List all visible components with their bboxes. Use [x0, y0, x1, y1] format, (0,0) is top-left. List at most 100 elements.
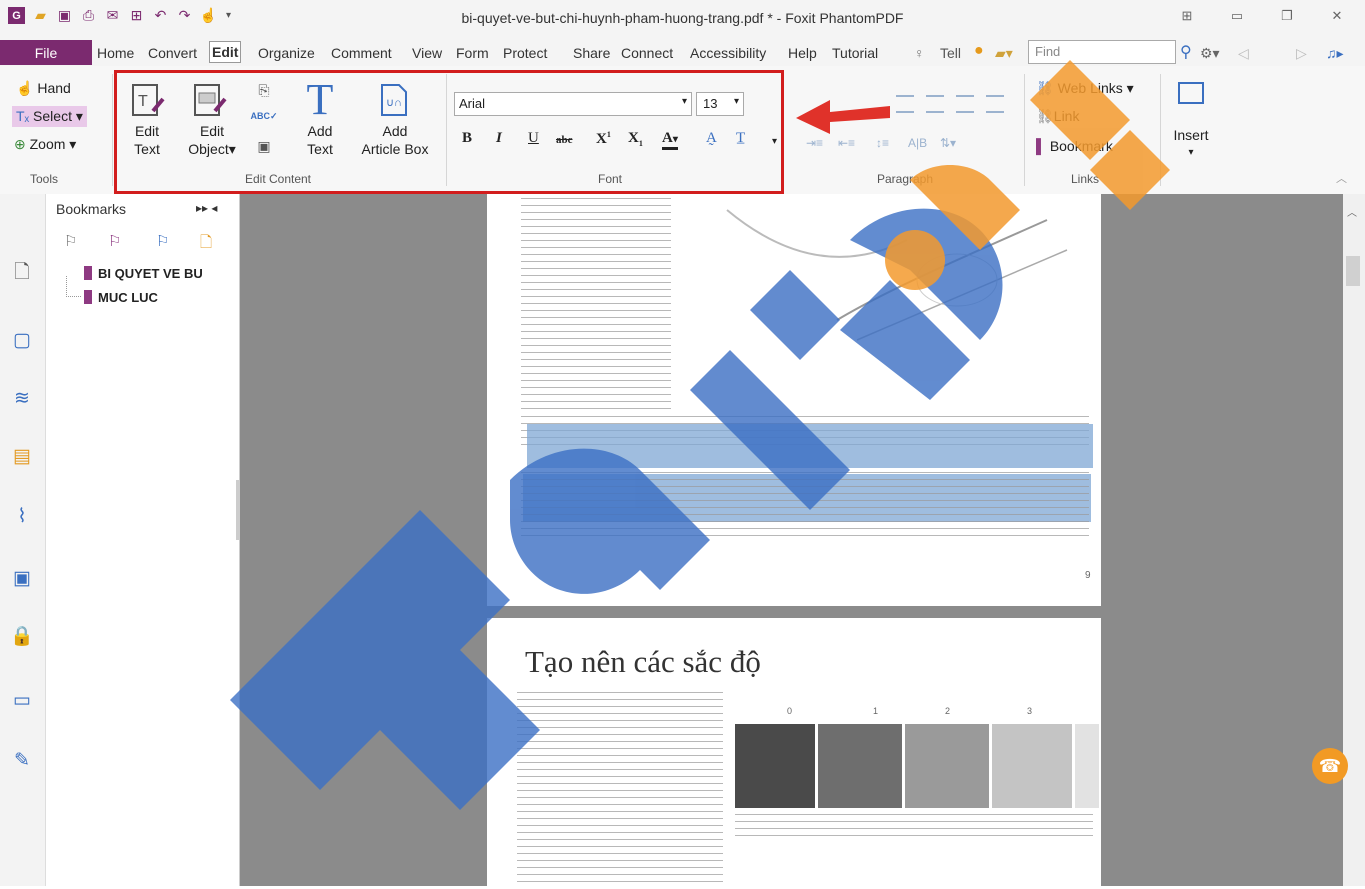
hand-icon: ☝ [16, 80, 34, 96]
panel-options-icon[interactable]: ▸▸ ◂ [196, 201, 217, 215]
find-input[interactable]: Find [1028, 40, 1176, 64]
ribbon-display-icon[interactable]: ⊞ [1172, 4, 1202, 28]
swatch-label: 2 [945, 706, 951, 716]
layers-panel-icon[interactable]: ≋ [10, 386, 34, 410]
bookmark-options-icon[interactable]: ⚐ [64, 232, 77, 250]
scrollbar-thumb[interactable] [1346, 256, 1360, 286]
text-block [521, 198, 671, 412]
tone-swatch [905, 724, 989, 808]
menu-connect[interactable]: Connect [621, 45, 673, 61]
scroll-up-icon[interactable]: ︿ [1347, 204, 1357, 219]
caption-text [735, 814, 1093, 842]
hand-label: Hand [37, 80, 71, 96]
menu-view[interactable]: View [412, 45, 442, 61]
tone-swatch [735, 724, 815, 808]
menu-tutorial[interactable]: Tutorial [832, 45, 878, 61]
vertical-scrollbar[interactable] [1343, 194, 1365, 886]
security-lock-icon[interactable]: 🔒 [10, 624, 34, 648]
menu-comment[interactable]: Comment [331, 45, 392, 61]
minimize-button[interactable]: ▭ [1222, 4, 1252, 28]
previous-result-icon[interactable]: ◁ [1238, 45, 1249, 62]
link-label: Link [1053, 108, 1080, 124]
swatch-label: 0 [787, 706, 793, 716]
hand-tool[interactable]: ☝ Hand [16, 80, 71, 97]
menu-home[interactable]: Home [97, 45, 134, 61]
red-arrow-annotation [790, 90, 900, 140]
insert-button[interactable]: Insert ▾ [1166, 126, 1216, 162]
edit-content-highlight-box [114, 70, 784, 194]
notification-icon[interactable]: ♫▸ [1326, 45, 1344, 62]
bookmark-icon [84, 290, 92, 304]
pdf-page: 9 [487, 194, 1101, 606]
tell-me-label[interactable]: Tell [940, 45, 961, 61]
next-result-icon[interactable]: ▷ [1296, 45, 1307, 62]
select-text-icon: Tₓ [16, 108, 30, 124]
bookmark-icon [84, 266, 92, 280]
comments-panel-icon[interactable]: ▤ [10, 444, 34, 468]
bookmark-item[interactable]: BI QUYET VE BU [98, 266, 203, 281]
restore-button[interactable]: ❐ [1272, 4, 1302, 28]
insert-label: Insert [1173, 127, 1209, 143]
select-label: Select [33, 108, 72, 124]
menu-edit[interactable]: Edit [209, 41, 242, 63]
align-center-icon[interactable] [926, 95, 944, 113]
text-block [517, 692, 723, 882]
attachments-panel-icon[interactable]: ⌇ [10, 504, 34, 528]
collapse-ribbon-icon[interactable]: ︿ [1336, 170, 1347, 186]
paragraph-group-label: Paragraph [876, 172, 934, 186]
file-menu-button[interactable]: File [0, 40, 92, 65]
new-bookmark-icon[interactable]: ⚐ [108, 232, 121, 250]
illustration [707, 200, 1087, 400]
bookmarks-panel-icon[interactable]: 🗋 [10, 262, 34, 286]
lightbulb-icon[interactable]: ♀ [914, 45, 925, 61]
bookmark-item[interactable]: MUC LUC [98, 290, 158, 305]
swatch-label: 3 [1027, 706, 1033, 716]
web-links-button[interactable]: ⛓ Web Links ▾ [1036, 80, 1134, 97]
align-justify-icon[interactable] [986, 95, 1004, 113]
ribbon-separator [1024, 74, 1025, 186]
tree-connector [66, 276, 81, 297]
search-icon[interactable]: ⚲ [1180, 42, 1192, 62]
page-number: 9 [1085, 570, 1091, 581]
select-tool[interactable]: Tₓ Select ▾ [12, 106, 87, 127]
link-icon: ⛓ [1036, 108, 1054, 124]
align-right-icon[interactable] [956, 95, 974, 113]
menu-organize[interactable]: Organize [258, 45, 315, 61]
bookmark-page-icon[interactable]: 🗋 [200, 232, 212, 257]
lifesaver-icon[interactable]: ● [974, 42, 984, 60]
panel-resize-handle[interactable] [236, 480, 239, 540]
text-block [521, 472, 1089, 542]
settings-icon[interactable]: ⚙▾ [1200, 45, 1220, 62]
expand-bookmark-icon[interactable]: ⚐ [156, 232, 169, 250]
menu-protect[interactable]: Protect [503, 45, 547, 61]
zoom-label: Zoom [29, 136, 66, 152]
bookmark-button[interactable]: ▌ Bookmark [1036, 138, 1113, 154]
tools-group-label: Tools [30, 172, 59, 186]
zoom-icon: ⊕ [14, 136, 26, 152]
link-button[interactable]: ⛓Link [1036, 108, 1079, 125]
spacing-dropdown-icon[interactable]: ⇅▾ [940, 136, 956, 150]
menu-share[interactable]: Share [573, 45, 610, 61]
signatures-panel-icon[interactable]: ▣ [10, 566, 34, 590]
page-heading: Tạo nên các sắc độ [525, 644, 761, 679]
tone-swatch [992, 724, 1072, 808]
zoom-tool[interactable]: ⊕ Zoom ▾ [14, 136, 76, 153]
folder-search-icon[interactable]: ▰▾ [995, 45, 1013, 62]
swatch-label: 1 [873, 706, 879, 716]
bookmarks-panel-title: Bookmarks [56, 201, 127, 217]
menu-form[interactable]: Form [456, 45, 489, 61]
find-placeholder: Find [1035, 44, 1061, 59]
user-panel-icon[interactable]: ✎ [10, 748, 34, 772]
form-fields-panel-icon[interactable]: ▭ [10, 688, 34, 712]
help-chat-icon[interactable]: ☎ [1312, 748, 1348, 784]
menu-accessibility[interactable]: Accessibility [690, 45, 766, 61]
insert-icon [1178, 82, 1204, 104]
pages-panel-icon[interactable]: ▢ [10, 328, 34, 352]
menu-convert[interactable]: Convert [148, 45, 197, 61]
web-link-icon: ⛓ [1036, 80, 1054, 96]
paragraph-spacing-icon[interactable]: A|B [908, 136, 927, 150]
menu-help[interactable]: Help [788, 45, 817, 61]
ribbon-separator [1160, 74, 1161, 186]
ribbon-separator [112, 74, 113, 186]
close-button[interactable]: ✕ [1322, 4, 1352, 28]
